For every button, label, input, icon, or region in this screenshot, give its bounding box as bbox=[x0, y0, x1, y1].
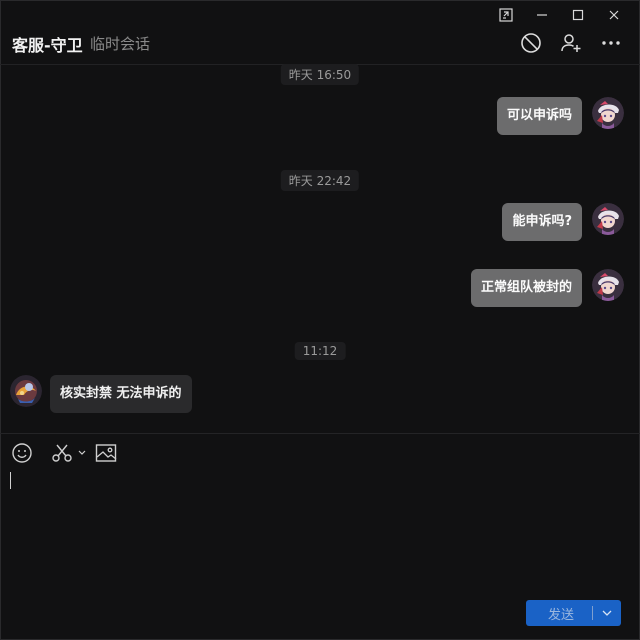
scissors-icon[interactable] bbox=[50, 441, 74, 465]
my-avatar[interactable] bbox=[592, 203, 624, 235]
window-controls bbox=[488, 4, 632, 26]
add-user-icon[interactable] bbox=[558, 30, 584, 56]
message-bubble[interactable]: 正常组队被封的 bbox=[470, 269, 582, 307]
message-outgoing: 正常组队被封的 bbox=[470, 269, 624, 307]
my-avatar[interactable] bbox=[592, 269, 624, 301]
contact-avatar[interactable] bbox=[10, 375, 42, 407]
composer-toolbar bbox=[10, 441, 118, 465]
timestamp: 11:12 bbox=[294, 342, 346, 360]
image-icon[interactable] bbox=[94, 441, 118, 465]
header-actions bbox=[518, 30, 624, 56]
chevron-down-icon[interactable] bbox=[76, 441, 88, 465]
send-button[interactable]: 发送 bbox=[526, 604, 592, 623]
block-icon[interactable] bbox=[518, 30, 544, 56]
close-icon[interactable] bbox=[596, 4, 632, 26]
my-avatar[interactable] bbox=[592, 97, 624, 129]
message-incoming: 核实封禁 无法申诉的 bbox=[10, 375, 192, 413]
minimize-icon[interactable] bbox=[524, 4, 560, 26]
send-button-group: 发送 bbox=[526, 600, 621, 626]
chat-subtitle: 临时会话 bbox=[90, 35, 151, 53]
message-bubble[interactable]: 核实封禁 无法申诉的 bbox=[50, 375, 192, 413]
pin-window-icon[interactable] bbox=[488, 4, 524, 26]
message-bubble[interactable]: 可以申诉吗 bbox=[496, 97, 582, 135]
message-bubble[interactable]: 能申诉吗? bbox=[502, 203, 582, 241]
send-options-chevron-icon[interactable] bbox=[593, 610, 621, 616]
timestamp: 昨天 22:42 bbox=[280, 170, 360, 191]
timestamp: 昨天 16:50 bbox=[280, 64, 360, 85]
message-input-caret[interactable] bbox=[10, 472, 11, 489]
chat-header: 客服-守卫 临时会话 bbox=[0, 26, 640, 65]
window-frame bbox=[0, 0, 640, 640]
message-outgoing: 能申诉吗? bbox=[502, 203, 624, 241]
more-icon[interactable] bbox=[598, 30, 624, 56]
maximize-icon[interactable] bbox=[560, 4, 596, 26]
message-outgoing: 可以申诉吗 bbox=[496, 97, 624, 135]
composer-divider bbox=[0, 433, 640, 434]
chat-title[interactable]: 客服-守卫 bbox=[12, 32, 83, 56]
emoji-icon[interactable] bbox=[10, 441, 34, 465]
